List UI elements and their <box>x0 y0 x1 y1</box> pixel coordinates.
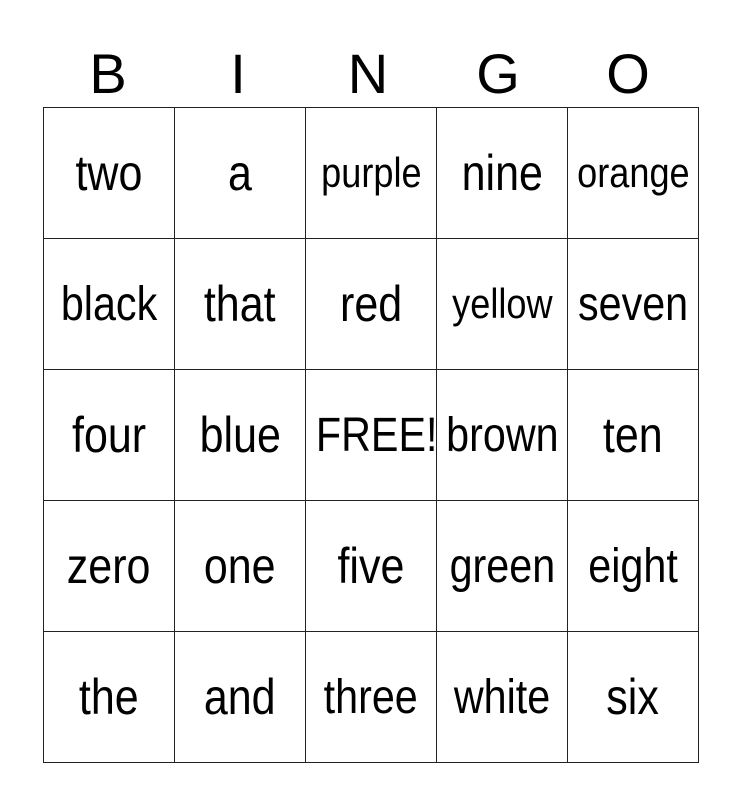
cell-word: six <box>606 669 660 725</box>
bingo-card: two a purple nine orange black that red yellow se… <box>43 107 699 763</box>
card-cell[interactable]: blue <box>174 369 306 501</box>
card-cell[interactable]: FREE! <box>305 369 437 501</box>
card-cell[interactable]: six <box>567 631 699 763</box>
card-cell[interactable]: zero <box>43 500 175 632</box>
card-row: zero one five green eight <box>43 500 699 632</box>
header-letter-i: I <box>230 42 246 105</box>
cell-word: green <box>449 539 555 593</box>
card-cell[interactable]: two <box>43 107 175 239</box>
card-cell[interactable]: black <box>43 238 175 370</box>
bingo-header: B I N G O <box>43 40 693 108</box>
card-cell[interactable]: five <box>305 500 437 632</box>
card-row: the and three white six <box>43 631 699 763</box>
card-cell[interactable]: white <box>436 631 568 763</box>
cell-word: ten <box>603 407 663 463</box>
cell-word: eight <box>588 539 678 593</box>
cell-word: three <box>323 670 419 724</box>
cell-word: four <box>71 407 147 463</box>
card-cell[interactable]: four <box>43 369 175 501</box>
cell-word: zero <box>67 538 151 594</box>
card-cell[interactable]: one <box>174 500 306 632</box>
card-cell[interactable]: a <box>174 107 306 239</box>
card-cell[interactable]: the <box>43 631 175 763</box>
card-cell[interactable]: red <box>305 238 437 370</box>
card-cell[interactable]: seven <box>567 238 699 370</box>
card-cell[interactable]: green <box>436 500 568 632</box>
cell-word: that <box>204 276 276 332</box>
card-cell[interactable]: and <box>174 631 306 763</box>
cell-word: two <box>75 145 143 201</box>
card-cell[interactable]: yellow <box>436 238 568 370</box>
cell-word: orange <box>577 149 690 196</box>
header-letter-b: B <box>89 42 127 105</box>
card-cell[interactable]: nine <box>436 107 568 239</box>
card-row: black that red yellow seven <box>43 238 699 370</box>
card-cell[interactable]: eight <box>567 500 699 632</box>
header-letter-g: G <box>476 42 520 105</box>
header-letter-o: O <box>606 42 650 105</box>
cell-word: seven <box>577 277 689 331</box>
header-letter-n: N <box>347 42 389 105</box>
cell-word: the <box>79 669 139 725</box>
cell-word: one <box>204 538 276 594</box>
cell-word: and <box>204 669 276 725</box>
cell-word: black <box>60 277 158 331</box>
cell-word: purple <box>320 149 422 196</box>
card-row: four blue FREE! brown ten <box>43 369 699 501</box>
card-cell[interactable]: ten <box>567 369 699 501</box>
card-cell[interactable]: that <box>174 238 306 370</box>
cell-word: nine <box>461 145 543 201</box>
cell-word: a <box>228 145 252 201</box>
card-cell[interactable]: brown <box>436 369 568 501</box>
cell-word: five <box>337 538 405 594</box>
cell-word: brown <box>446 408 559 462</box>
cell-word: FREE! <box>315 408 437 462</box>
cell-word: blue <box>199 407 281 463</box>
cell-word: yellow <box>451 280 553 327</box>
cell-word: red <box>339 276 403 332</box>
card-cell[interactable]: orange <box>567 107 699 239</box>
cell-word: white <box>453 670 551 724</box>
card-cell[interactable]: purple <box>305 107 437 239</box>
card-cell[interactable]: three <box>305 631 437 763</box>
card-row: two a purple nine orange <box>43 107 699 239</box>
